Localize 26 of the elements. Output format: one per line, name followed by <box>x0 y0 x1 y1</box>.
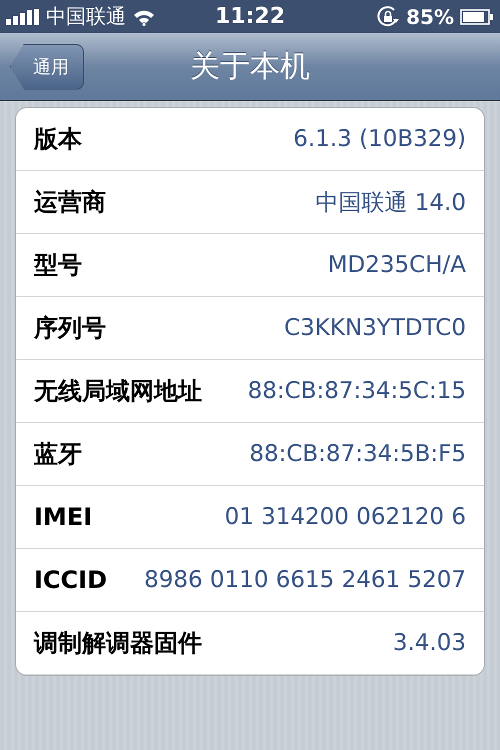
row-label: ICCID <box>34 566 108 594</box>
rotation-lock-icon <box>376 4 400 28</box>
row-value: MD235CH/A <box>328 252 466 278</box>
row-label: 蓝牙 <box>34 439 82 470</box>
row-value: 88:CB:87:34:5C:15 <box>248 378 466 404</box>
row-value: 88:CB:87:34:5B:F5 <box>249 441 466 467</box>
page-title: 关于本机 <box>190 48 310 86</box>
row-label: 调制解调器固件 <box>34 628 202 659</box>
row-value: 中国联通 14.0 <box>315 188 466 218</box>
battery-percentage: 85% <box>406 4 454 28</box>
row-label: 运营商 <box>34 187 106 218</box>
row-value: 3.4.03 <box>392 630 466 656</box>
row-label: 序列号 <box>34 313 106 344</box>
row-value: 8986 0110 6615 2461 5207 <box>144 567 466 593</box>
row-value: 6.1.3 (10B329) <box>293 126 466 152</box>
row-label: IMEI <box>34 503 92 531</box>
carrier-name: 中国联通 <box>46 3 126 30</box>
row-label: 版本 <box>34 124 82 155</box>
row-label: 无线局域网地址 <box>34 376 202 407</box>
back-button[interactable]: 通用 <box>10 44 84 90</box>
row-value: C3KKN3YTDTC0 <box>284 315 466 341</box>
status-time: 11:22 <box>214 4 286 29</box>
row-value: 01 314200 062120 6 <box>224 504 466 530</box>
row-label: 型号 <box>34 250 82 281</box>
signal-icon <box>6 8 40 24</box>
battery-icon <box>460 8 494 24</box>
